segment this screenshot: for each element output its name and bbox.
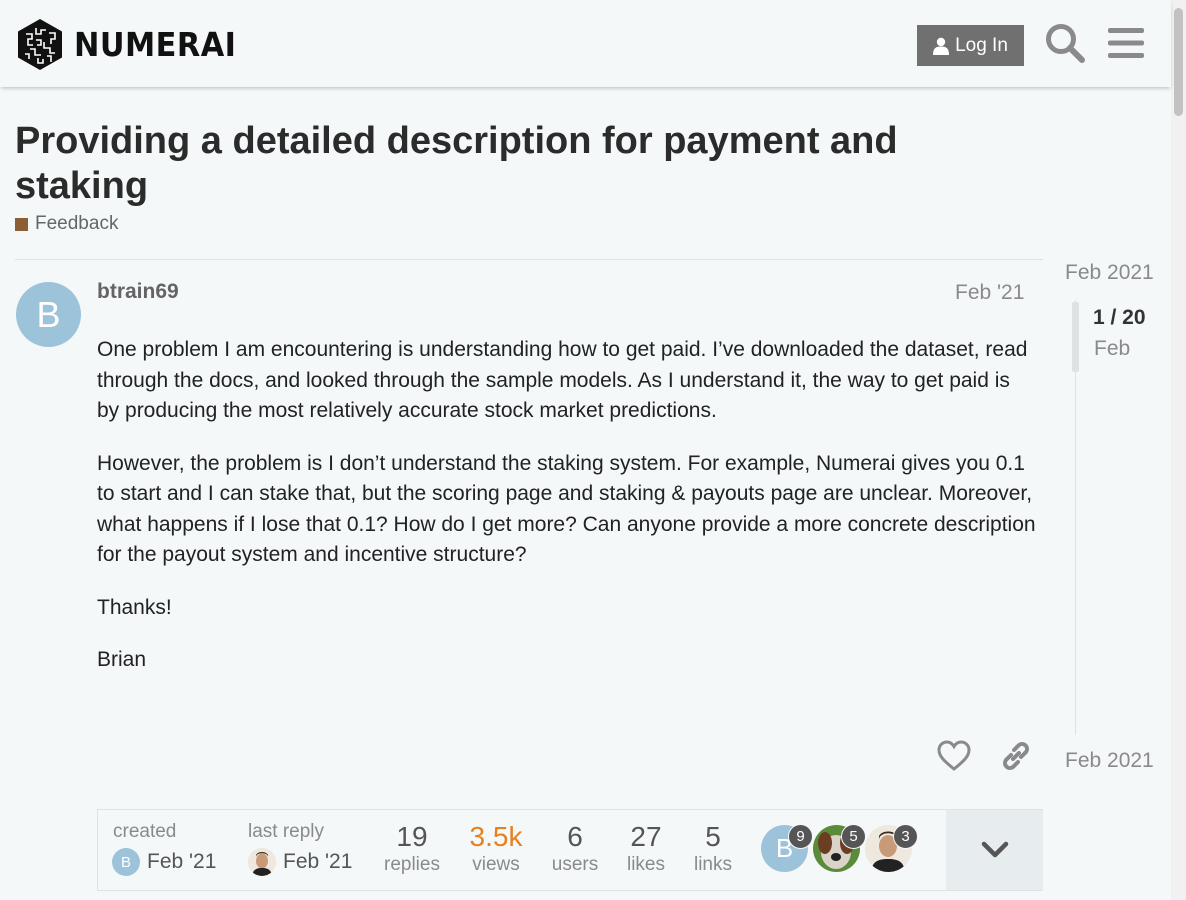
participant-post-count: 5 — [841, 824, 866, 849]
site-logo[interactable]: NUMERAI — [16, 18, 251, 71]
page-scrollbar[interactable] — [1171, 0, 1186, 900]
expand-topic-map-button[interactable] — [946, 810, 1043, 890]
replies-stat: 19 replies — [382, 820, 442, 876]
post-paragraph: One problem I am encountering is underst… — [97, 338, 1028, 422]
replies-label: replies — [384, 854, 440, 875]
last-reply-date: Feb '21 — [283, 850, 353, 873]
timeline-handle[interactable] — [1072, 302, 1079, 372]
category-label: Feedback — [35, 213, 119, 234]
created-date: Feb '21 — [147, 850, 217, 873]
post-author-avatar[interactable]: B — [16, 282, 81, 347]
search-icon[interactable] — [1044, 22, 1086, 64]
created-info[interactable]: B Feb '21 — [112, 848, 216, 876]
login-button[interactable]: Log In — [917, 25, 1024, 66]
links-count: 5 — [705, 821, 721, 852]
post-body: One problem I am encountering is underst… — [97, 335, 1037, 698]
users-count: 6 — [567, 821, 583, 852]
links-label: links — [693, 854, 732, 875]
post-paragraph: Brian — [97, 648, 147, 671]
last-reply-info[interactable]: Feb '21 — [248, 848, 352, 876]
user-icon — [933, 37, 950, 55]
created-avatar: B — [112, 848, 140, 876]
site-header: NUMERAI Log In — [0, 0, 1171, 87]
login-label: Log In — [955, 34, 1008, 56]
chevron-down-icon — [981, 841, 1008, 858]
views-label: views — [472, 854, 520, 875]
likes-stat: 27 likes — [624, 820, 668, 876]
last-reply-label: last reply — [248, 821, 325, 842]
participant-post-count: 3 — [893, 824, 918, 849]
views-count: 3.5k — [469, 821, 523, 852]
timeline-position-date: Feb — [1094, 337, 1131, 360]
topic-map: created B Feb '21 last reply Feb '21 19 … — [97, 809, 1043, 891]
post-date[interactable]: Feb '21 — [955, 281, 1024, 305]
scrollbar-thumb[interactable] — [1174, 8, 1183, 116]
post-paragraph: However, the problem is I don’t understa… — [97, 451, 1036, 567]
topic-title[interactable]: Providing a detailed description for pay… — [15, 119, 975, 209]
users-stat: 6 users — [549, 820, 601, 876]
hamburger-menu-icon[interactable] — [1106, 25, 1146, 61]
heart-icon[interactable] — [936, 738, 972, 774]
timeline-end-date[interactable]: Feb 2021 — [1065, 749, 1154, 773]
title-divider — [15, 259, 1043, 260]
links-stat[interactable]: 5 links — [692, 820, 734, 876]
timeline-start-date[interactable]: Feb 2021 — [1065, 261, 1154, 285]
replies-count: 19 — [396, 821, 428, 852]
link-icon[interactable] — [998, 738, 1034, 774]
likes-count: 27 — [630, 821, 662, 852]
post-author-username[interactable]: btrain69 — [97, 280, 179, 304]
participant-post-count: 9 — [788, 824, 813, 849]
views-stat: 3.5k views — [464, 820, 528, 876]
likes-label: likes — [626, 854, 665, 875]
users-label: users — [551, 854, 599, 875]
logo-text: NUMERAI — [74, 25, 237, 64]
post-paragraph: Thanks! — [97, 595, 172, 619]
category-badge[interactable]: Feedback — [15, 213, 118, 235]
category-color-swatch — [15, 217, 28, 231]
timeline-position: 1 / 20 — [1093, 306, 1146, 329]
created-label: created — [113, 821, 177, 842]
last-reply-avatar — [248, 848, 276, 876]
numerai-logo-icon — [18, 19, 62, 70]
